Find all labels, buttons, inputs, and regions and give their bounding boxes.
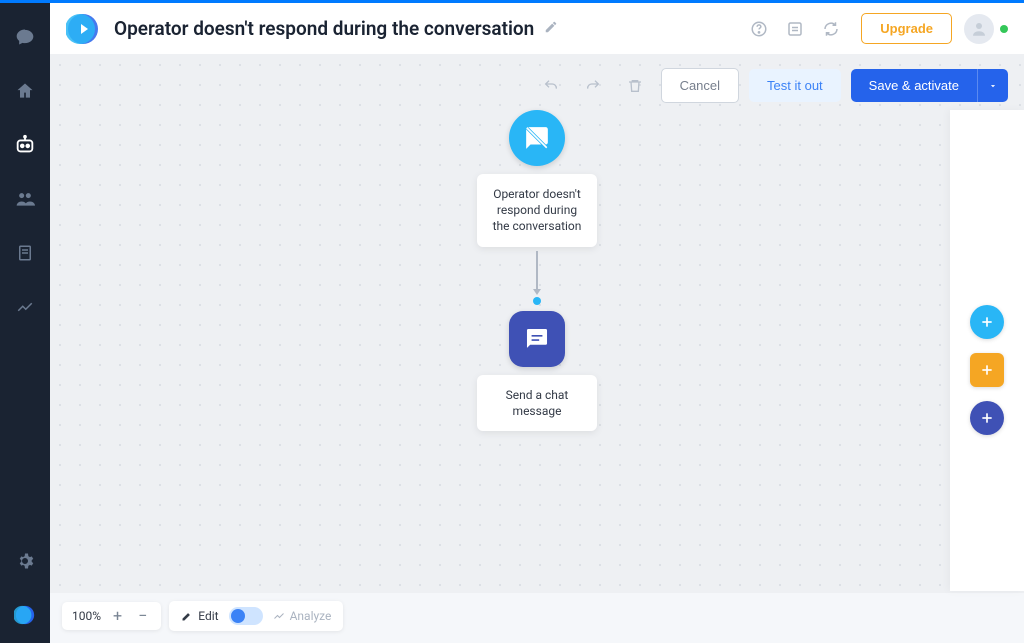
add-action-button[interactable]	[970, 401, 1004, 435]
help-button[interactable]	[744, 14, 774, 44]
redo-icon	[585, 78, 601, 94]
sidebar-item-doc[interactable]	[9, 237, 41, 269]
test-button[interactable]: Test it out	[749, 69, 841, 102]
analytics-icon	[16, 298, 34, 316]
add-trigger-button[interactable]	[970, 305, 1004, 339]
action-node-icon[interactable]	[509, 311, 565, 367]
flow-connector-dot[interactable]	[533, 297, 541, 305]
flow-container: Operator doesn't respond during the conv…	[477, 110, 597, 431]
chat-message-icon	[524, 326, 550, 352]
mode-toggle-group: Edit Analyze	[169, 601, 343, 631]
undo-button[interactable]	[535, 70, 567, 102]
bottom-bar: 100% + − Edit Analyze	[62, 601, 343, 631]
trash-icon	[627, 78, 643, 94]
zoom-in-button[interactable]: +	[109, 608, 126, 624]
canvas-toolbar: Cancel Test it out Save & activate	[535, 68, 1008, 103]
doc-icon	[16, 244, 34, 262]
trigger-node-icon[interactable]	[509, 110, 565, 166]
sidebar-item-chat[interactable]	[9, 21, 41, 53]
logo-badge	[66, 12, 100, 46]
plus-icon	[979, 362, 995, 378]
home-icon	[15, 81, 35, 101]
sidebar-item-settings[interactable]	[9, 545, 41, 577]
activity-button[interactable]	[780, 14, 810, 44]
undo-icon	[543, 78, 559, 94]
activity-icon	[786, 20, 804, 38]
edit-title-button[interactable]	[544, 19, 558, 38]
sidebar-item-home[interactable]	[9, 75, 41, 107]
pencil-icon	[181, 610, 193, 622]
sidebar-item-bot[interactable]	[9, 129, 41, 161]
edit-mode-label: Edit	[181, 609, 218, 623]
save-button-group: Save & activate	[851, 69, 1008, 102]
logo-icon	[66, 12, 100, 46]
toggle-knob	[231, 609, 245, 623]
pencil-icon	[544, 20, 558, 34]
people-icon	[15, 189, 35, 209]
sync-button[interactable]	[816, 14, 846, 44]
sidebar	[0, 3, 50, 643]
save-activate-button[interactable]: Save & activate	[851, 69, 977, 102]
sync-icon	[822, 20, 840, 38]
analyze-mode-label: Analyze	[273, 609, 332, 623]
page-title: Operator doesn't respond during the conv…	[114, 17, 534, 40]
bot-icon	[14, 134, 36, 156]
header: Operator doesn't respond during the conv…	[50, 3, 1024, 55]
edit-mode-text: Edit	[198, 609, 218, 623]
upgrade-button[interactable]: Upgrade	[861, 13, 952, 44]
cancel-button[interactable]: Cancel	[661, 68, 739, 103]
help-icon	[750, 20, 768, 38]
chat-icon	[15, 27, 35, 47]
sidebar-item-analytics[interactable]	[9, 291, 41, 323]
plus-icon	[979, 314, 995, 330]
analyze-mode-text: Analyze	[290, 609, 332, 623]
chevron-down-icon	[988, 81, 998, 91]
avatar[interactable]	[964, 14, 994, 44]
top-accent-bar	[0, 0, 1024, 3]
gear-icon	[16, 552, 34, 570]
flow-canvas[interactable]: Operator doesn't respond during the conv…	[50, 55, 1024, 593]
delete-button[interactable]	[619, 70, 651, 102]
action-node-card[interactable]: Send a chat message	[477, 375, 597, 431]
add-condition-button[interactable]	[970, 353, 1004, 387]
avatar-icon	[970, 20, 988, 38]
flow-connector	[536, 251, 538, 293]
plus-icon	[979, 410, 995, 426]
trigger-node-card[interactable]: Operator doesn't respond during the conv…	[477, 174, 597, 247]
status-dot	[1000, 25, 1008, 33]
save-dropdown-button[interactable]	[977, 69, 1008, 102]
node-palette	[950, 110, 1024, 591]
zoom-control: 100% + −	[62, 602, 161, 630]
analytics-icon	[273, 610, 285, 622]
zoom-out-button[interactable]: −	[134, 608, 151, 624]
redo-button[interactable]	[577, 70, 609, 102]
zoom-level: 100%	[72, 609, 101, 623]
orb-icon	[14, 604, 36, 626]
sidebar-item-people[interactable]	[9, 183, 41, 215]
chat-off-icon	[524, 125, 550, 151]
mode-toggle[interactable]	[229, 607, 263, 625]
sidebar-item-orb[interactable]	[9, 599, 41, 631]
